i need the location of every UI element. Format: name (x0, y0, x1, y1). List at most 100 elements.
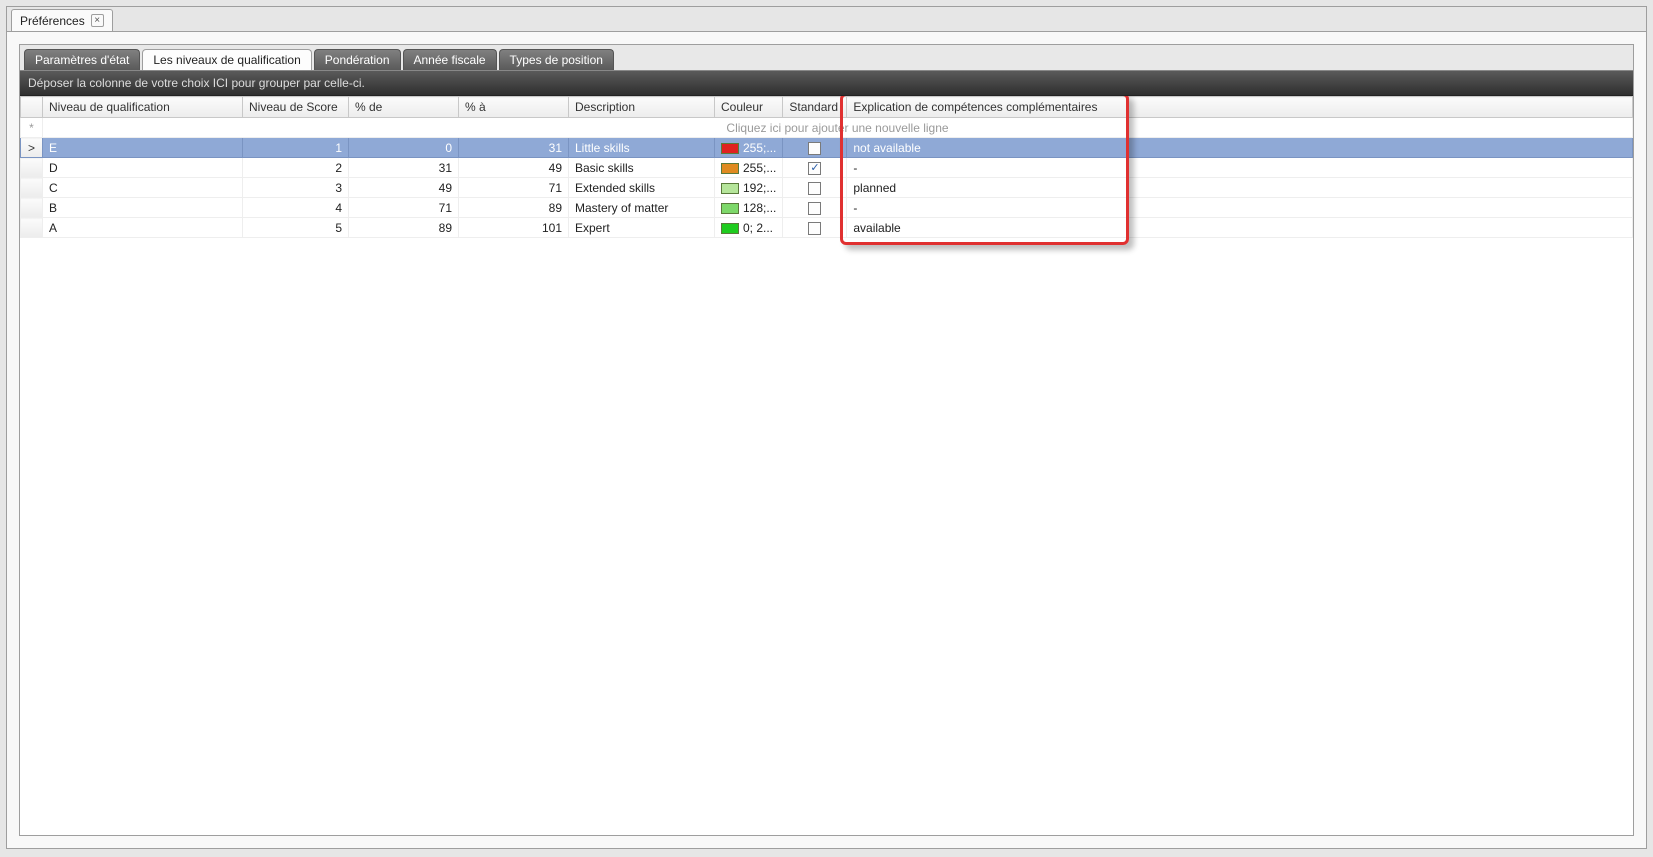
cell-pct-from[interactable]: 31 (349, 158, 459, 178)
standard-checkbox[interactable] (808, 142, 821, 155)
cell-description[interactable]: Mastery of matter (569, 198, 715, 218)
tab-types-position[interactable]: Types de position (499, 49, 614, 70)
cell-explanation[interactable]: available (847, 218, 1129, 238)
table-row[interactable]: A589101Expert 0; 2... available (21, 218, 1633, 238)
inner-panel: Paramètres d'état Les niveaux de qualifi… (19, 44, 1634, 836)
standard-checkbox[interactable] (808, 202, 821, 215)
cell-pct-to[interactable]: 71 (459, 178, 569, 198)
qualification-table: Niveau de qualification Niveau de Score … (20, 96, 1633, 238)
cell-color[interactable]: 192;... (715, 178, 783, 198)
tab-parametres-etat[interactable]: Paramètres d'état (24, 49, 140, 70)
standard-checkbox[interactable] (808, 182, 821, 195)
window-tabstrip: Préférences × (7, 7, 1646, 31)
window-tab-label: Préférences (20, 14, 85, 28)
new-row[interactable]: * Cliquez ici pour ajouter une nouvelle … (21, 118, 1633, 138)
cell-qualification[interactable]: B (43, 198, 243, 218)
color-swatch-icon (721, 183, 739, 194)
new-row-hint[interactable]: Cliquez ici pour ajouter une nouvelle li… (43, 118, 1633, 138)
col-header-qualification[interactable]: Niveau de qualification (43, 97, 243, 118)
cell-pct-to[interactable]: 49 (459, 158, 569, 178)
row-indicator (21, 218, 43, 238)
color-swatch-icon (721, 203, 739, 214)
cell-color[interactable]: 0; 2... (715, 218, 783, 238)
color-swatch-icon (721, 223, 739, 234)
cell-qualification[interactable]: E (43, 138, 243, 158)
cell-description[interactable]: Basic skills (569, 158, 715, 178)
cell-qualification[interactable]: A (43, 218, 243, 238)
cell-color[interactable]: 255;... (715, 138, 783, 158)
col-header-pct-from[interactable]: % de (349, 97, 459, 118)
color-text: 0; 2... (743, 221, 773, 235)
cell-standard[interactable] (783, 158, 847, 178)
cell-explanation[interactable]: - (847, 198, 1129, 218)
col-header-color[interactable]: Couleur (715, 97, 783, 118)
cell-standard[interactable] (783, 178, 847, 198)
color-swatch-icon (721, 143, 739, 154)
cell-standard[interactable] (783, 138, 847, 158)
cell-pct-from[interactable]: 0 (349, 138, 459, 158)
cell-description[interactable]: Extended skills (569, 178, 715, 198)
new-row-marker: * (21, 118, 43, 138)
tab-ponderation[interactable]: Pondération (314, 49, 401, 70)
cell-score[interactable]: 2 (243, 158, 349, 178)
table-row[interactable]: >E1031Little skills 255;... not available (21, 138, 1633, 158)
color-text: 255;... (743, 141, 776, 155)
row-indicator-header (21, 97, 43, 118)
row-indicator (21, 158, 43, 178)
cell-explanation[interactable]: not available (847, 138, 1129, 158)
cell-explanation[interactable]: - (847, 158, 1129, 178)
group-by-bar[interactable]: Déposer la colonne de votre choix ICI po… (20, 70, 1633, 96)
table-row[interactable]: D23149Basic skills 255;... - (21, 158, 1633, 178)
color-text: 128;... (743, 201, 776, 215)
preferences-window: Préférences × Paramètres d'état Les nive… (6, 6, 1647, 849)
row-indicator: > (21, 138, 43, 158)
cell-spacer (1129, 198, 1633, 218)
cell-spacer (1129, 138, 1633, 158)
cell-pct-to[interactable]: 101 (459, 218, 569, 238)
color-swatch-icon (721, 163, 739, 174)
cell-description[interactable]: Little skills (569, 138, 715, 158)
cell-qualification[interactable]: D (43, 158, 243, 178)
col-header-spacer (1129, 97, 1633, 118)
tab-niveaux-qualification[interactable]: Les niveaux de qualification (142, 49, 311, 70)
col-header-description[interactable]: Description (569, 97, 715, 118)
window-client: Paramètres d'état Les niveaux de qualifi… (7, 31, 1646, 848)
cell-spacer (1129, 158, 1633, 178)
window-tab-preferences[interactable]: Préférences × (11, 9, 113, 31)
cell-pct-to[interactable]: 89 (459, 198, 569, 218)
table-row[interactable]: C34971Extended skills 192;... planned (21, 178, 1633, 198)
inner-tabstrip: Paramètres d'état Les niveaux de qualifi… (20, 45, 1633, 70)
cell-score[interactable]: 4 (243, 198, 349, 218)
close-icon[interactable]: × (91, 14, 104, 27)
row-indicator (21, 178, 43, 198)
cell-standard[interactable] (783, 198, 847, 218)
header-row: Niveau de qualification Niveau de Score … (21, 97, 1633, 118)
cell-pct-to[interactable]: 31 (459, 138, 569, 158)
table-row[interactable]: B47189Mastery of matter 128;... - (21, 198, 1633, 218)
col-header-explanation[interactable]: Explication de compétences complémentair… (847, 97, 1129, 118)
cell-standard[interactable] (783, 218, 847, 238)
cell-spacer (1129, 218, 1633, 238)
cell-spacer (1129, 178, 1633, 198)
color-text: 192;... (743, 181, 776, 195)
cell-description[interactable]: Expert (569, 218, 715, 238)
cell-explanation[interactable]: planned (847, 178, 1129, 198)
color-text: 255;... (743, 161, 776, 175)
cell-pct-from[interactable]: 71 (349, 198, 459, 218)
cell-score[interactable]: 3 (243, 178, 349, 198)
cell-score[interactable]: 1 (243, 138, 349, 158)
col-header-pct-to[interactable]: % à (459, 97, 569, 118)
cell-pct-from[interactable]: 49 (349, 178, 459, 198)
cell-color[interactable]: 255;... (715, 158, 783, 178)
tab-annee-fiscale[interactable]: Année fiscale (403, 49, 497, 70)
standard-checkbox[interactable] (808, 222, 821, 235)
cell-qualification[interactable]: C (43, 178, 243, 198)
cell-score[interactable]: 5 (243, 218, 349, 238)
row-indicator (21, 198, 43, 218)
col-header-standard[interactable]: Standard (783, 97, 847, 118)
data-grid[interactable]: Niveau de qualification Niveau de Score … (20, 96, 1633, 835)
cell-pct-from[interactable]: 89 (349, 218, 459, 238)
standard-checkbox[interactable] (808, 162, 821, 175)
col-header-score[interactable]: Niveau de Score (243, 97, 349, 118)
cell-color[interactable]: 128;... (715, 198, 783, 218)
